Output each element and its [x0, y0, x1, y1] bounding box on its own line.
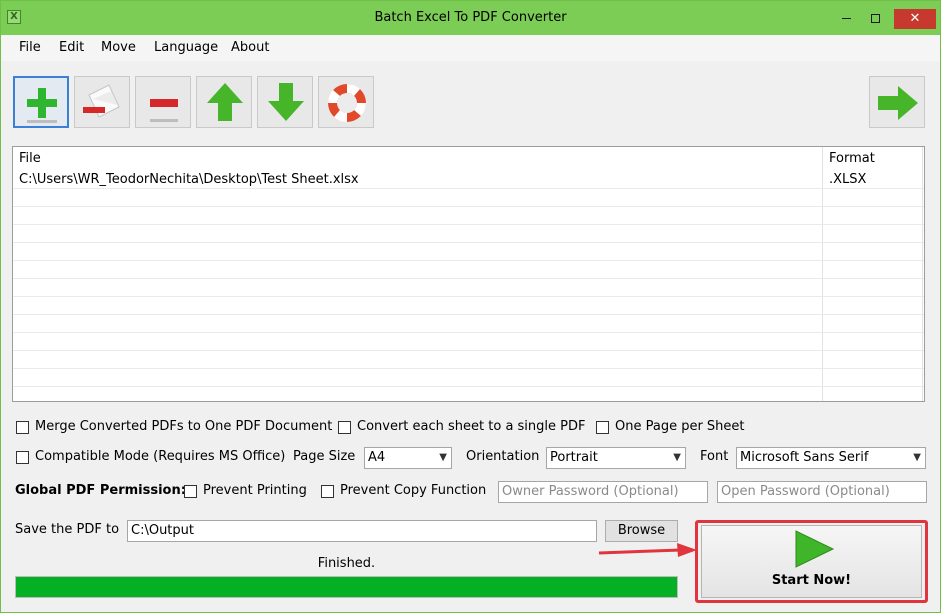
chevron-down-icon: ▼: [913, 452, 921, 463]
file-path-cell: C:\Users\WR_TeodorNechita\Desktop\Test S…: [19, 172, 359, 187]
add-icon: [27, 88, 57, 123]
remove-icon: [150, 99, 178, 122]
one-page-per-sheet-label: One Page per Sheet: [615, 419, 745, 434]
compatible-mode-label: Compatible Mode (Requires MS Office): [35, 449, 286, 464]
row-line: [13, 350, 924, 351]
global-permission-label: Global PDF Permission:: [15, 483, 186, 498]
browse-button[interactable]: Browse: [605, 520, 678, 542]
annotation-arrow-icon: [598, 543, 697, 557]
font-value: Microsoft Sans Serif: [740, 450, 869, 465]
next-arrow-icon: [878, 86, 918, 120]
minimize-icon: [841, 18, 851, 19]
chevron-down-icon: ▼: [673, 452, 681, 463]
menu-move[interactable]: Move: [101, 35, 136, 61]
play-icon: [795, 530, 835, 568]
close-icon: ✕: [909, 11, 921, 26]
merge-pdfs-label: Merge Converted PDFs to One PDF Document: [35, 419, 333, 434]
prevent-printing-label: Prevent Printing: [203, 483, 307, 498]
prevent-copy-checkbox[interactable]: [321, 485, 334, 498]
menu-about[interactable]: About: [231, 35, 269, 61]
orientation-value: Portrait: [550, 450, 598, 465]
open-password-input[interactable]: Open Password (Optional): [717, 481, 927, 503]
column-header-format[interactable]: Format: [823, 147, 922, 171]
start-now-button[interactable]: Start Now!: [701, 525, 922, 598]
chevron-down-icon: ▼: [439, 452, 447, 463]
output-path-input[interactable]: C:\Output: [127, 520, 597, 542]
maximize-icon: [870, 14, 880, 23]
column-header-file[interactable]: File: [13, 147, 822, 171]
convert-each-sheet-label: Convert each sheet to a single PDF: [357, 419, 586, 434]
window-title: Batch Excel To PDF Converter: [374, 10, 567, 25]
page-size-value: A4: [368, 450, 386, 465]
save-pdf-to-label: Save the PDF to: [15, 522, 120, 537]
next-button[interactable]: [869, 76, 925, 128]
add-files-button[interactable]: [13, 76, 69, 128]
row-line: [13, 242, 924, 243]
remove-file-button[interactable]: [135, 76, 191, 128]
move-down-button[interactable]: [257, 76, 313, 128]
font-label: Font: [700, 449, 729, 464]
compatible-mode-checkbox[interactable]: [16, 451, 29, 464]
row-line: [13, 332, 924, 333]
orientation-select[interactable]: Portrait ▼: [546, 447, 686, 469]
help-icon: [327, 83, 367, 123]
move-up-icon: [207, 83, 243, 121]
row-line: [13, 206, 924, 207]
clear-list-icon: [83, 84, 120, 118]
row-line: [13, 314, 924, 315]
prevent-copy-label: Prevent Copy Function: [340, 483, 487, 498]
row-line: [13, 296, 924, 297]
owner-password-input[interactable]: Owner Password (Optional): [498, 481, 708, 503]
menu-file[interactable]: File: [19, 35, 41, 61]
progress-bar: [15, 576, 678, 598]
row-line: [13, 278, 924, 279]
font-select[interactable]: Microsoft Sans Serif ▼: [736, 447, 926, 469]
column-divider: [922, 147, 923, 401]
page-size-label: Page Size: [293, 449, 356, 464]
minimize-button[interactable]: [836, 9, 856, 29]
row-line: [13, 260, 924, 261]
menu-bar: File Edit Move Language About: [1, 35, 940, 61]
move-down-icon: [268, 83, 304, 121]
maximize-button[interactable]: [865, 9, 885, 29]
menu-edit[interactable]: Edit: [59, 35, 84, 61]
start-now-label: Start Now!: [771, 573, 852, 588]
app-window: X Batch Excel To PDF Converter ✕ File Ed…: [0, 0, 941, 613]
orientation-label: Orientation: [466, 449, 540, 464]
menu-language[interactable]: Language: [154, 35, 218, 61]
progress-fill: [16, 577, 677, 597]
clear-list-button[interactable]: [74, 76, 130, 128]
merge-pdfs-checkbox[interactable]: [16, 421, 29, 434]
row-line: [13, 368, 924, 369]
one-page-per-sheet-checkbox[interactable]: [596, 421, 609, 434]
row-line: [13, 386, 924, 387]
title-bar[interactable]: X Batch Excel To PDF Converter ✕: [1, 1, 940, 35]
file-format-cell: .XLSX: [829, 172, 867, 187]
close-button[interactable]: ✕: [894, 9, 936, 29]
help-button[interactable]: [318, 76, 374, 128]
page-size-select[interactable]: A4 ▼: [364, 447, 452, 469]
row-line: [13, 224, 924, 225]
status-text: Finished.: [317, 556, 376, 571]
prevent-printing-checkbox[interactable]: [184, 485, 197, 498]
convert-each-sheet-checkbox[interactable]: [338, 421, 351, 434]
file-list[interactable]: File Format C:\Users\WR_TeodorNechita\De…: [12, 146, 925, 402]
move-up-button[interactable]: [196, 76, 252, 128]
